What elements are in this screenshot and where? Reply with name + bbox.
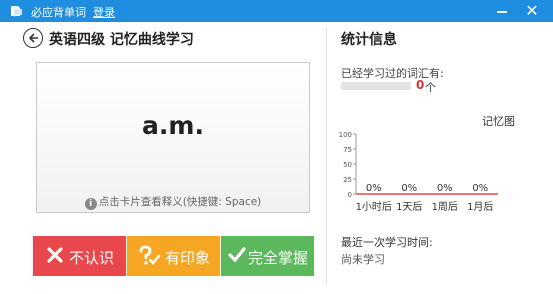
bar-value-label: 0%: [472, 183, 488, 194]
dont-know-button[interactable]: 不认识: [33, 236, 126, 276]
y-tick-label: 100: [339, 131, 352, 139]
x-tick-label: 1月后: [467, 201, 493, 213]
minimize-button[interactable]: [492, 0, 512, 22]
y-tick-label: 0: [348, 191, 352, 199]
back-arrow-icon[interactable]: [23, 28, 43, 48]
flashcard[interactable]: a.m. i 点击卡片查看释义(快捷键: Space): [36, 62, 310, 213]
close-button[interactable]: ✕: [521, 0, 543, 22]
stats-title: 统计信息: [341, 32, 397, 48]
panel-divider: [326, 28, 327, 284]
familiar-label: 有印象: [165, 249, 211, 267]
dont-know-label: 不认识: [69, 249, 115, 267]
learned-progress-bar: [341, 82, 411, 90]
mastered-button[interactable]: 完全掌握: [221, 236, 314, 276]
bar-value-label: 0%: [366, 183, 382, 194]
x-icon: [47, 247, 63, 263]
bar-value-label: 0%: [437, 183, 453, 194]
y-tick-label: 75: [343, 146, 352, 154]
page-title: 英语四级 记忆曲线学习: [49, 32, 194, 48]
last-study-value: 尚未学习: [341, 253, 385, 266]
last-study-label: 最近一次学习时间:: [341, 236, 433, 249]
mastered-label: 完全掌握: [248, 249, 309, 267]
familiar-button[interactable]: 有印象: [127, 236, 220, 276]
x-tick-label: 1周后: [432, 201, 458, 213]
question-check-icon: [139, 245, 161, 265]
bar-value-label: 0%: [401, 183, 417, 194]
x-tick-label: 1天后: [396, 201, 422, 213]
learned-count: 0: [416, 78, 425, 92]
title-bar: 必应背单词 登录 ✕: [0, 0, 553, 22]
check-icon: [228, 247, 246, 263]
info-icon: i: [84, 198, 97, 210]
memory-chart: 100 75 50 25 0 0% 1小时后 0% 1天后 0% 1周后 0% 1月后: [339, 131, 498, 213]
y-tick-label: 50: [343, 161, 352, 169]
y-tick-label: 25: [343, 176, 352, 184]
card-hint: i 点击卡片查看释义(快捷键: Space): [37, 194, 309, 210]
x-tick-label: 1小时后: [356, 201, 392, 213]
app-title: 必应背单词: [31, 6, 86, 19]
card-hint-text: 点击卡片查看释义(快捷键: Space): [98, 196, 262, 208]
card-word: a.m.: [142, 111, 204, 140]
app-logo-icon: [11, 6, 22, 17]
login-link[interactable]: 登录: [93, 4, 115, 20]
learned-unit: 个: [425, 81, 436, 94]
